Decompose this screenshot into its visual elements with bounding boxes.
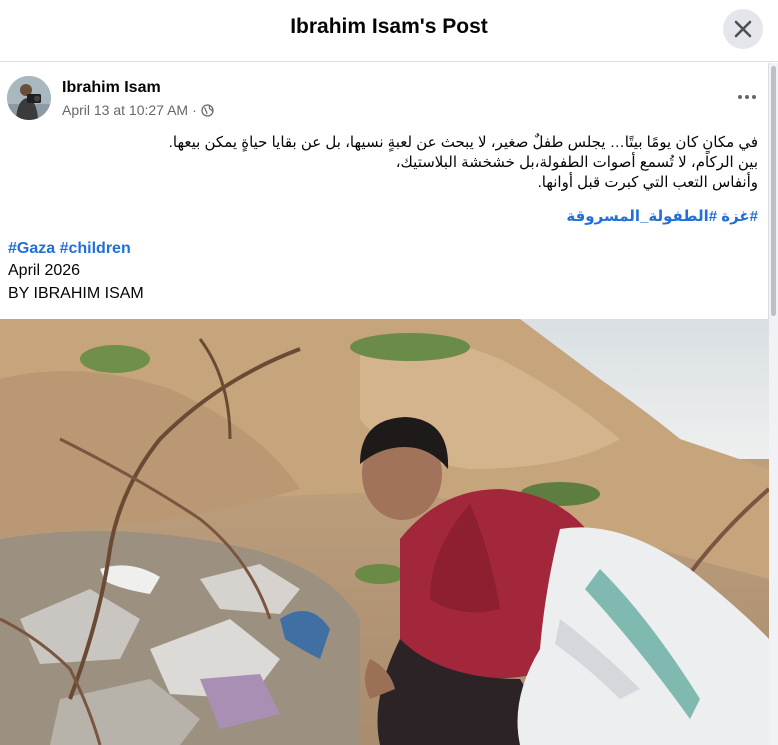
post-body-line: وأنفاس التعب التي كبرت قبل أوانها. — [537, 174, 758, 191]
scrollbar-thumb[interactable] — [771, 66, 776, 316]
post-meta: April 13 at 10:27 AM · — [62, 102, 214, 118]
arabic-hashtags[interactable]: #غزة #الطفولة_المسروقة — [566, 207, 758, 225]
close-icon — [734, 20, 752, 38]
close-button[interactable] — [723, 9, 763, 49]
photo-illustration — [0, 319, 769, 745]
post-photo[interactable] — [0, 319, 769, 745]
hashtag-children[interactable]: #children — [60, 240, 131, 257]
post-body-line: بين الركام، لا تُسمع أصوات الطفولة،بل خش… — [395, 154, 758, 171]
author-name[interactable]: Ibrahim Isam — [62, 79, 161, 97]
post-timestamp[interactable]: April 13 at 10:27 AM — [62, 102, 188, 118]
caption-byline: BY IBRAHIM ISAM — [8, 285, 144, 302]
more-options-icon — [738, 95, 742, 99]
more-options-dot — [752, 95, 756, 99]
more-options-dot — [745, 95, 749, 99]
post-body: في مكانٍ كان يومًا بيتًا… يجلس طفلٌ صغير… — [18, 133, 758, 193]
post-body-line: في مكانٍ كان يومًا بيتًا… يجلس طفلٌ صغير… — [168, 134, 758, 151]
more-options-button[interactable] — [732, 85, 762, 109]
hashtag-gaza[interactable]: #Gaza — [8, 240, 55, 257]
dialog-header: Ibrahim Isam's Post — [0, 0, 778, 62]
dialog-title: Ibrahim Isam's Post — [290, 15, 488, 38]
caption-date: April 2026 — [8, 262, 81, 279]
author-photo — [7, 76, 51, 120]
avatar[interactable] — [7, 76, 51, 120]
meta-separator: · — [192, 102, 197, 118]
hashtags: #Gaza #children — [8, 240, 131, 258]
post-card: Ibrahim Isam April 13 at 10:27 AM · في م… — [0, 63, 769, 745]
globe-icon[interactable] — [201, 103, 214, 117]
